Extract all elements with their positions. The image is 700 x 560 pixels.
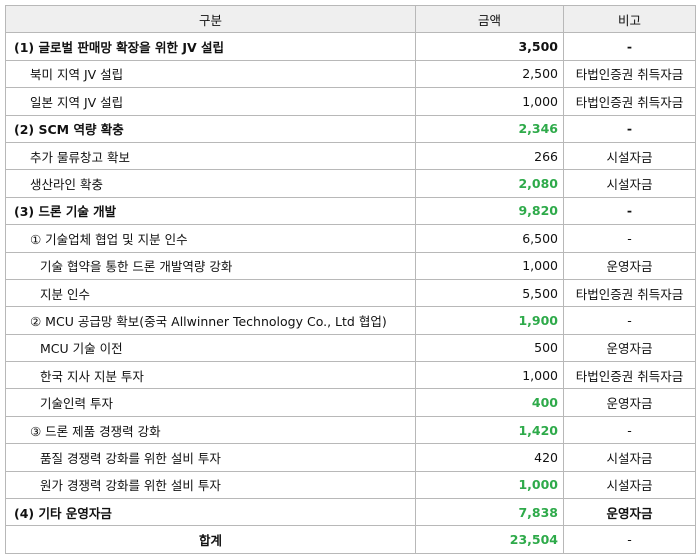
- row-note: -: [563, 224, 696, 253]
- row-note: -: [563, 114, 696, 143]
- table-row: 생산라인 확충 2,080 시설자금: [5, 169, 696, 198]
- total-label: 합계: [5, 525, 416, 554]
- table-row: 기술 협약을 통한 드론 개발역량 강화 1,000 운영자금: [5, 251, 696, 280]
- row-amount: 7,838: [415, 498, 564, 527]
- row-category: (2) SCM 역량 확충: [5, 114, 416, 143]
- row-category: (3) 드론 기술 개발: [5, 196, 416, 226]
- row-amount: 1,000: [415, 87, 564, 116]
- header-note: 비고: [563, 4, 696, 34]
- table-row: 원가 경쟁력 강화를 위한 설비 투자 1,000 시설자금: [5, 470, 696, 500]
- row-category: 한국 지사 지분 투자: [5, 361, 416, 390]
- row-note: 시설자금: [563, 141, 696, 171]
- table-row: MCU 기술 이전 500 운영자금: [5, 333, 696, 363]
- table-row: ① 기술업체 협업 및 지분 인수 6,500-: [5, 224, 696, 253]
- row-category: 품질 경쟁력 강화를 위한 설비 투자: [5, 443, 416, 472]
- row-amount: 6,500: [415, 224, 564, 253]
- row-category: 생산라인 확충: [5, 169, 416, 198]
- fund-usage-table-container: 구분 금액 비고 (1) 글로벌 판매망 확장을 위한 JV 설립 3,500- 북…: [5, 4, 696, 554]
- row-category: (1) 글로벌 판매망 확장을 위한 JV 설립: [5, 32, 416, 61]
- table-section-row: (2) SCM 역량 확충 2,346-: [5, 114, 696, 143]
- row-amount: 1,000: [415, 251, 564, 280]
- row-amount: 400: [415, 388, 564, 417]
- table-row: 북미 지역 JV 설립 2,500 타법인증권 취득자금: [5, 59, 696, 89]
- table-section-row: (4) 기타 운영자금 7,838 운영자금: [5, 498, 696, 527]
- row-note: 타법인증권 취득자금: [563, 87, 696, 116]
- table-header-row: 구분 금액 비고: [5, 4, 696, 34]
- row-category: 원가 경쟁력 강화를 위한 설비 투자: [5, 470, 416, 500]
- row-amount: 1,000: [415, 470, 564, 500]
- table-section-row: (1) 글로벌 판매망 확장을 위한 JV 설립 3,500-: [5, 32, 696, 61]
- row-category: 지분 인수: [5, 278, 416, 308]
- table-row: 기술인력 투자 400 운영자금: [5, 388, 696, 417]
- row-note: 타법인증권 취득자금: [563, 278, 696, 308]
- row-amount: 1,000: [415, 361, 564, 390]
- table-row: ② MCU 공급망 확보(중국 Allwinner Technology Co.…: [5, 306, 696, 335]
- row-note: 시설자금: [563, 443, 696, 472]
- row-category: 기술인력 투자: [5, 388, 416, 417]
- row-note: 타법인증권 취득자금: [563, 59, 696, 89]
- row-category: 추가 물류창고 확보: [5, 141, 416, 171]
- row-note: 운영자금: [563, 251, 696, 280]
- row-category: (4) 기타 운영자금: [5, 498, 416, 527]
- row-amount: 500: [415, 333, 564, 363]
- row-category: 북미 지역 JV 설립: [5, 59, 416, 89]
- total-amount: 23,504: [415, 525, 564, 554]
- fund-usage-table: 구분 금액 비고 (1) 글로벌 판매망 확장을 위한 JV 설립 3,500- 북…: [5, 4, 696, 554]
- row-category: 일본 지역 JV 설립: [5, 87, 416, 116]
- row-category: ② MCU 공급망 확보(중국 Allwinner Technology Co.…: [5, 306, 416, 335]
- row-amount: 9,820: [415, 196, 564, 226]
- row-amount: 1,900: [415, 306, 564, 335]
- row-amount: 2,346: [415, 114, 564, 143]
- row-amount: 420: [415, 443, 564, 472]
- row-category: MCU 기술 이전: [5, 333, 416, 363]
- row-amount: 266: [415, 141, 564, 171]
- row-category: 기술 협약을 통한 드론 개발역량 강화: [5, 251, 416, 280]
- table-total-row: 합계 23,504-: [5, 525, 696, 554]
- table-row: 일본 지역 JV 설립 1,000 타법인증권 취득자금: [5, 87, 696, 116]
- row-note: -: [563, 32, 696, 61]
- table-row: 추가 물류창고 확보 266 시설자금: [5, 141, 696, 171]
- row-note: 운영자금: [563, 498, 696, 527]
- header-amount: 금액: [415, 4, 564, 34]
- table-row: 지분 인수 5,500 타법인증권 취득자금: [5, 278, 696, 308]
- row-note: 운영자금: [563, 388, 696, 417]
- row-amount: 2,080: [415, 169, 564, 198]
- row-category: ③ 드론 제품 경쟁력 강화: [5, 415, 416, 445]
- row-note: 운영자금: [563, 333, 696, 363]
- total-note: -: [563, 525, 696, 554]
- table-row: 품질 경쟁력 강화를 위한 설비 투자 420 시설자금: [5, 443, 696, 472]
- row-amount: 3,500: [415, 32, 564, 61]
- table-row: ③ 드론 제품 경쟁력 강화 1,420-: [5, 415, 696, 445]
- row-note: 시설자금: [563, 470, 696, 500]
- row-note: 시설자금: [563, 169, 696, 198]
- row-amount: 1,420: [415, 415, 564, 445]
- row-amount: 5,500: [415, 278, 564, 308]
- row-note: -: [563, 306, 696, 335]
- row-note: 타법인증권 취득자금: [563, 361, 696, 390]
- row-note: -: [563, 415, 696, 445]
- row-amount: 2,500: [415, 59, 564, 89]
- row-note: -: [563, 196, 696, 226]
- table-section-row: (3) 드론 기술 개발 9,820-: [5, 196, 696, 226]
- table-row: 한국 지사 지분 투자 1,000 타법인증권 취득자금: [5, 361, 696, 390]
- header-category: 구분: [5, 4, 416, 34]
- row-category: ① 기술업체 협업 및 지분 인수: [5, 224, 416, 253]
